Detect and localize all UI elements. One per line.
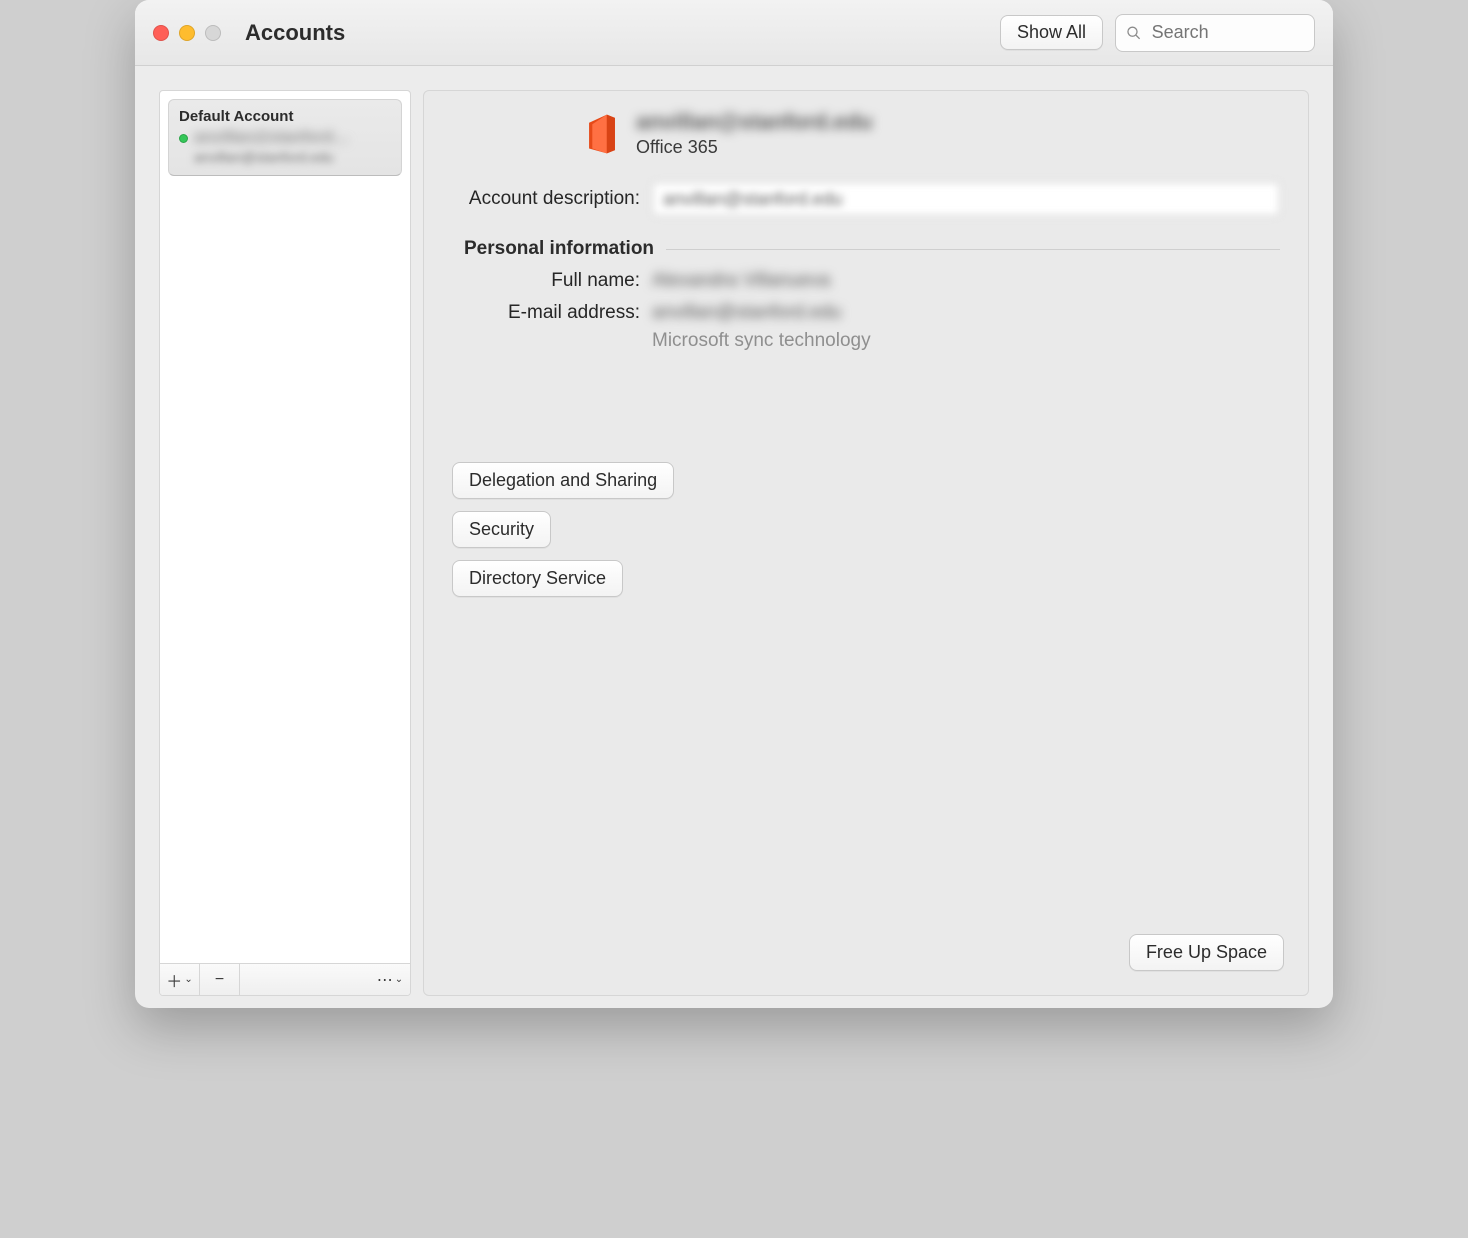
show-all-button[interactable]: Show All [1000, 15, 1103, 50]
close-window-button[interactable] [153, 25, 169, 41]
email-address-label: E-mail address: [452, 302, 640, 324]
window-title: Accounts [245, 20, 345, 46]
sidebar-toolbar: ＋ ⌄ − ⋯ ⌄ [160, 963, 410, 995]
minimize-window-button[interactable] [179, 25, 195, 41]
accounts-preferences-window: Accounts Show All Default Account anvill… [135, 0, 1333, 1008]
full-name-label: Full name: [452, 270, 640, 292]
search-field[interactable] [1115, 14, 1315, 52]
full-name-row: Full name: Alexandra Villanueva [452, 270, 1280, 292]
account-service-name: Office 365 [636, 137, 873, 158]
default-account-label: Default Account [179, 108, 391, 125]
account-description-row: Account description: [452, 182, 1280, 216]
accounts-sidebar: Default Account anvillan@stanford… anvil… [159, 90, 411, 996]
directory-service-button[interactable]: Directory Service [452, 560, 623, 597]
account-detail-panel: anvillan@stanford.edu Office 365 Account… [423, 90, 1309, 996]
office-365-icon [582, 113, 622, 155]
toolbar-spacer [240, 964, 370, 995]
delegation-and-sharing-button[interactable]: Delegation and Sharing [452, 462, 674, 499]
account-status-dot-icon [179, 134, 188, 143]
email-address-value: anvillan@stanford.edu [652, 302, 841, 324]
section-divider [666, 249, 1280, 250]
chevron-down-icon: ⌄ [395, 974, 403, 985]
account-description-input[interactable] [652, 182, 1280, 216]
account-header-email: anvillan@stanford.edu [636, 109, 873, 135]
add-account-button[interactable]: ＋ ⌄ [160, 964, 200, 995]
account-header: anvillan@stanford.edu Office 365 [582, 109, 1280, 158]
account-list-item[interactable]: Default Account anvillan@stanford… anvil… [168, 99, 402, 176]
search-icon [1126, 24, 1142, 42]
personal-information-heading: Personal information [464, 238, 654, 260]
security-button[interactable]: Security [452, 511, 551, 548]
body: Default Account anvillan@stanford… anvil… [135, 66, 1333, 1008]
zoom-window-button[interactable] [205, 25, 221, 41]
account-actions-button[interactable]: ⋯ ⌄ [370, 964, 410, 995]
free-up-space-button[interactable]: Free Up Space [1129, 934, 1284, 971]
account-primary-email: anvillan@stanford… [194, 129, 349, 147]
chevron-down-icon: ⌄ [184, 974, 192, 985]
window-traffic-lights [153, 25, 221, 41]
plus-icon: ＋ [166, 968, 182, 992]
search-input[interactable] [1150, 21, 1304, 44]
account-description-label: Account description: [452, 188, 640, 210]
titlebar: Accounts Show All [135, 0, 1333, 66]
more-icon: ⋯ [377, 970, 393, 990]
full-name-value: Alexandra Villanueva [652, 270, 830, 292]
email-address-row: E-mail address: anvillan@stanford.edu [452, 302, 1280, 324]
remove-account-button[interactable]: − [200, 964, 240, 995]
minus-icon: − [215, 971, 224, 989]
account-secondary-email: anvillan@stanford.edu [194, 149, 391, 165]
sync-technology-note: Microsoft sync technology [652, 330, 1280, 352]
